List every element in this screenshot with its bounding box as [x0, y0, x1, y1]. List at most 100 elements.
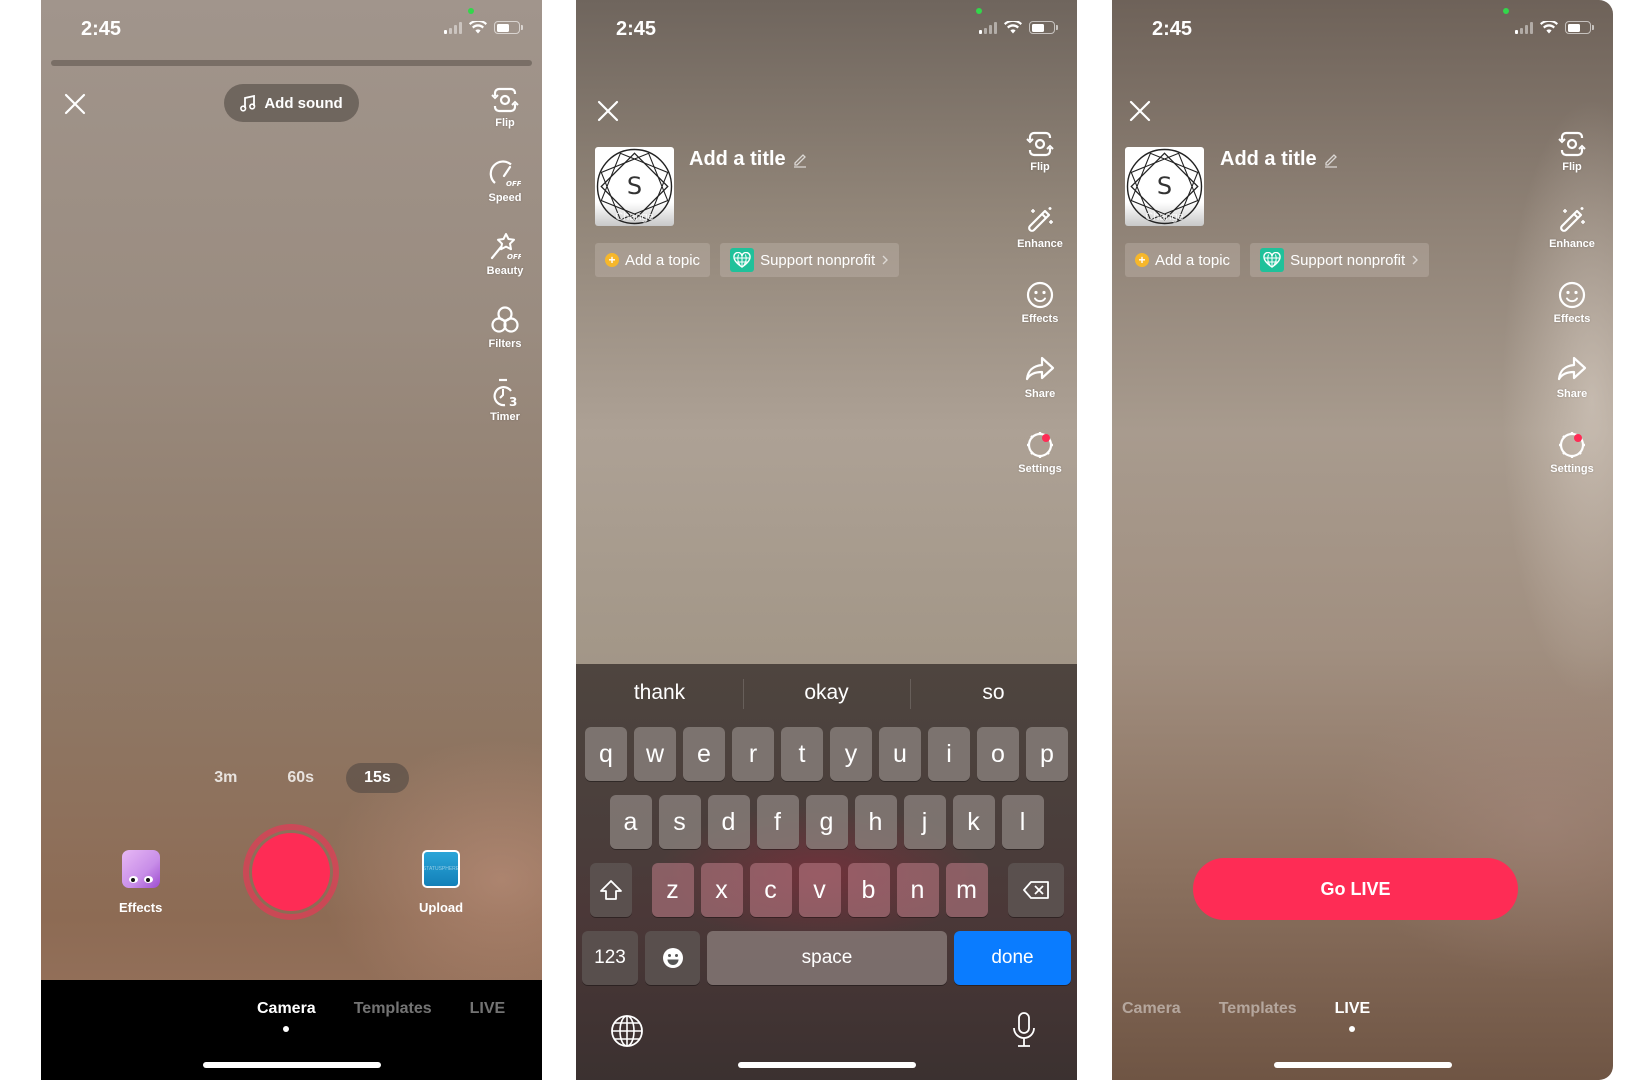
emoji-key[interactable] [645, 931, 700, 985]
share-button[interactable]: Share [1556, 355, 1588, 412]
key-r[interactable]: r [732, 727, 774, 781]
flip-button[interactable]: Flip [489, 86, 521, 142]
title-input[interactable]: Add a title [689, 148, 808, 171]
close-button[interactable] [593, 96, 623, 126]
key-i[interactable]: i [928, 727, 970, 781]
key-t[interactable]: t [781, 727, 823, 781]
speed-button[interactable]: OFF Speed [488, 159, 522, 215]
settings-button[interactable]: Settings [1550, 430, 1594, 487]
key-v[interactable]: v [798, 863, 841, 917]
tab-templates[interactable]: Templates [354, 1000, 432, 1018]
svg-text:OFF: OFF [506, 180, 521, 188]
done-key[interactable]: done [954, 931, 1071, 985]
effects-button[interactable]: Effects [1022, 280, 1058, 337]
add-topic-label: Add a topic [625, 251, 701, 269]
effects-button[interactable]: Effects [1554, 280, 1590, 337]
support-nonprofit-chip[interactable]: Support nonprofit [720, 243, 900, 277]
duration-3m[interactable]: 3m [196, 763, 255, 793]
numbers-key[interactable]: 123 [582, 931, 638, 985]
key-o[interactable]: o [977, 727, 1019, 781]
key-q[interactable]: q [585, 727, 627, 781]
flip-button[interactable]: Flip [1024, 130, 1056, 187]
keyboard-row-4: 123 space done [576, 931, 1077, 985]
key-d[interactable]: d [707, 795, 750, 849]
suggestion-thank[interactable]: thank [576, 681, 743, 705]
record-button[interactable] [243, 824, 339, 920]
add-sound-button[interactable]: Add sound [224, 84, 359, 122]
beauty-off-icon: OFF [490, 233, 521, 261]
share-button[interactable]: Share [1024, 355, 1056, 412]
tab-camera[interactable]: Camera [257, 1000, 316, 1032]
status-bar: 2:45 [41, 0, 542, 60]
settings-gear-icon [1027, 432, 1053, 458]
key-n[interactable]: n [896, 863, 939, 917]
key-h[interactable]: h [854, 795, 897, 849]
add-topic-chip[interactable]: + Add a topic [595, 243, 711, 277]
chevron-right-icon [1412, 255, 1419, 265]
key-f[interactable]: f [756, 795, 799, 849]
wifi-icon [1004, 21, 1022, 34]
enhance-button[interactable]: Enhance [1549, 205, 1595, 262]
dictation-button[interactable] [1011, 1011, 1037, 1054]
home-indicator[interactable] [737, 1062, 916, 1068]
effects-button[interactable]: Effects [119, 850, 162, 915]
duration-15s[interactable]: 15s [346, 763, 409, 793]
cover-image-button[interactable]: S Change [1125, 147, 1204, 226]
rail-label: Settings [1550, 463, 1594, 475]
key-x[interactable]: x [700, 863, 743, 917]
settings-notification-badge [1041, 434, 1050, 442]
globe-icon [611, 1015, 643, 1047]
delete-key[interactable] [1007, 863, 1064, 917]
space-key[interactable]: space [707, 931, 947, 985]
close-button[interactable] [1125, 96, 1155, 126]
key-a[interactable]: a [609, 795, 652, 849]
microphone-icon [1013, 1012, 1035, 1047]
home-indicator[interactable] [202, 1062, 381, 1068]
enhance-button[interactable]: Enhance [1017, 205, 1063, 262]
key-s[interactable]: s [658, 795, 701, 849]
key-y[interactable]: y [830, 727, 872, 781]
key-k[interactable]: k [952, 795, 995, 849]
title-placeholder: Add a title [1220, 148, 1317, 170]
support-nonprofit-chip[interactable]: Support nonprofit [1250, 243, 1430, 277]
key-u[interactable]: u [879, 727, 921, 781]
cover-image-button[interactable]: S Change [595, 147, 674, 226]
tab-templates[interactable]: Templates [1219, 1000, 1297, 1018]
close-button[interactable] [60, 89, 90, 119]
language-switch-button[interactable] [610, 1014, 644, 1053]
key-e[interactable]: e [683, 727, 725, 781]
key-z[interactable]: z [651, 863, 694, 917]
settings-button[interactable]: Settings [1018, 430, 1062, 487]
suggestion-okay[interactable]: okay [743, 679, 910, 709]
recording-progress-track [51, 60, 532, 66]
key-p[interactable]: p [1026, 727, 1068, 781]
timer-button[interactable]: 3 Timer [489, 378, 521, 434]
key-m[interactable]: m [945, 863, 988, 917]
key-c[interactable]: c [749, 863, 792, 917]
beauty-button[interactable]: OFF Beauty [487, 232, 523, 288]
flip-camera-icon [1558, 131, 1586, 157]
filters-button[interactable]: Filters [488, 305, 522, 361]
go-live-button[interactable]: Go LIVE [1193, 858, 1518, 920]
title-chips: + Add a topic Support nonprofit [1125, 243, 1430, 277]
tab-live[interactable]: LIVE [470, 1000, 506, 1018]
key-g[interactable]: g [805, 795, 848, 849]
key-j[interactable]: j [903, 795, 946, 849]
upload-button[interactable]: STATUSPHERE Upload [419, 850, 463, 915]
nonprofit-heart-globe-icon [730, 248, 755, 272]
home-indicator[interactable] [1273, 1062, 1452, 1068]
key-w[interactable]: w [634, 727, 676, 781]
camera-in-use-dot [1503, 8, 1509, 14]
tab-camera[interactable]: Camera [1122, 1000, 1181, 1018]
duration-60s[interactable]: 60s [269, 763, 332, 793]
tab-live[interactable]: LIVE [1335, 1000, 1370, 1032]
add-topic-chip[interactable]: + Add a topic [1125, 243, 1241, 277]
rail-label: Enhance [1549, 238, 1595, 250]
key-l[interactable]: l [1001, 795, 1044, 849]
status-bar: 2:45 [576, 0, 1077, 60]
title-input[interactable]: Add a title [1220, 148, 1339, 171]
key-b[interactable]: b [847, 863, 890, 917]
flip-button[interactable]: Flip [1556, 130, 1588, 187]
shift-key[interactable] [589, 863, 632, 917]
suggestion-so[interactable]: so [910, 679, 1077, 709]
